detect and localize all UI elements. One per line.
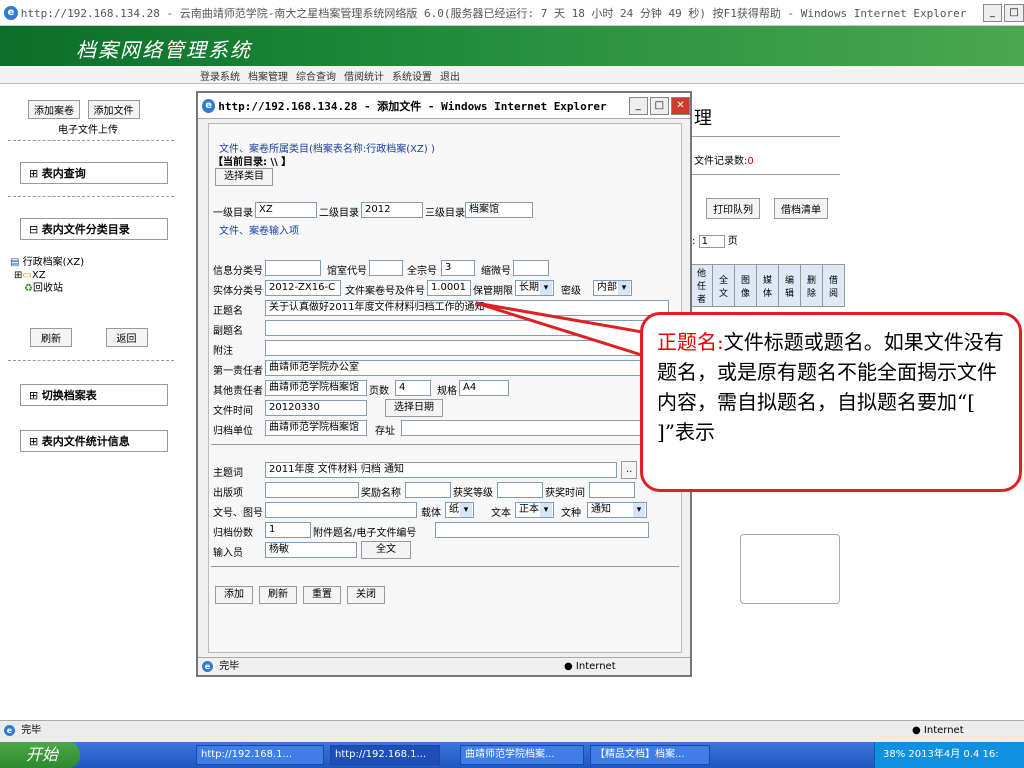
callout-term: 正题名: [657, 330, 724, 354]
callout-bubble: 正题名:文件标题或题名。如果文件没有题名，或是原有题名不能全面揭示文件内容，需自… [640, 312, 1022, 492]
globe-icon: ● [912, 725, 921, 736]
tray-date: 2013年4月 [908, 749, 961, 760]
tray-pct: 38% [883, 749, 906, 760]
outer-statusbar: e 完毕 ● Internet [0, 720, 1024, 742]
ie-page-icon: e [4, 725, 15, 736]
task-ie-1[interactable]: http://192.168.1... [196, 745, 324, 765]
task-ie-2[interactable]: http://192.168.1... [330, 745, 440, 765]
outer-status-text: 完毕 [21, 725, 42, 736]
tray-time: 16: [982, 749, 999, 760]
taskbar: 开始 http://192.168.1... http://192.168.1.… [0, 742, 1024, 768]
outer-status-zone: ● Internet [912, 725, 964, 736]
task-doc-1[interactable]: 曲靖师范学院档案... [460, 745, 584, 765]
task-doc-2[interactable]: 【精品文档】档案... [590, 745, 710, 765]
system-tray: 38% 2013年4月 0.4 16: [874, 742, 1024, 768]
start-button[interactable]: 开始 [0, 742, 80, 768]
tray-num: 0.4 [963, 749, 980, 760]
